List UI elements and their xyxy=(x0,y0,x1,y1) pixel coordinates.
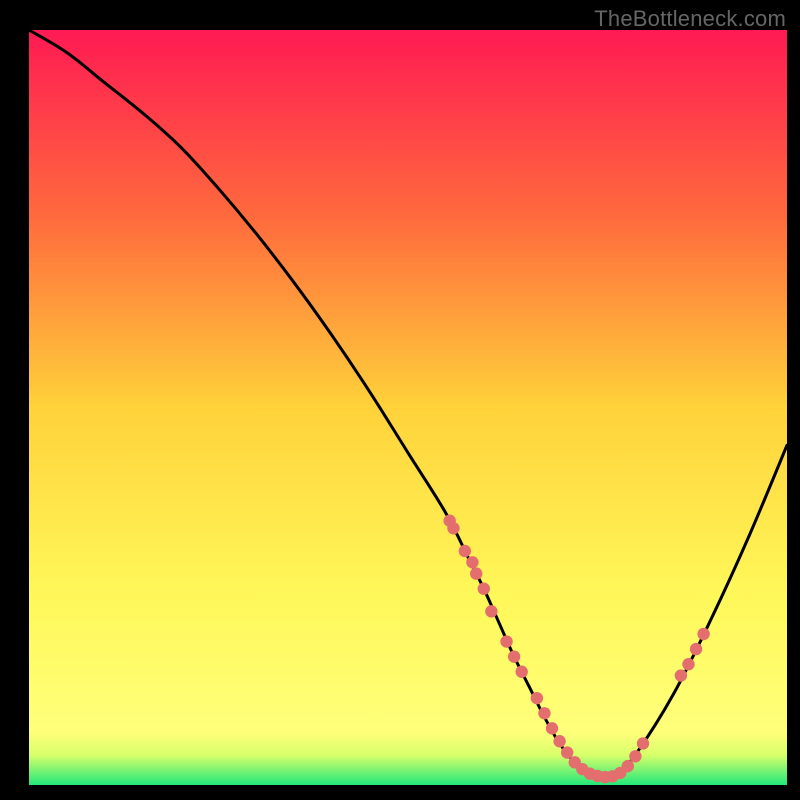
data-marker xyxy=(531,692,543,704)
data-marker xyxy=(697,628,709,640)
data-marker xyxy=(629,750,641,762)
data-marker xyxy=(538,707,550,719)
data-marker xyxy=(466,556,478,568)
data-marker xyxy=(516,666,528,678)
data-marker xyxy=(447,522,459,534)
chart-frame: TheBottleneck.com xyxy=(0,0,800,800)
data-marker xyxy=(459,545,471,557)
data-marker xyxy=(622,760,634,772)
data-marker xyxy=(546,722,558,734)
data-marker xyxy=(690,643,702,655)
data-marker xyxy=(470,567,482,579)
data-marker xyxy=(553,735,565,747)
data-marker xyxy=(561,746,573,758)
data-marker xyxy=(500,635,512,647)
data-marker xyxy=(485,605,497,617)
data-marker xyxy=(637,737,649,749)
bottleneck-chart xyxy=(0,0,800,800)
data-marker xyxy=(478,583,490,595)
plot-background xyxy=(29,30,787,785)
watermark-text: TheBottleneck.com xyxy=(594,6,786,32)
data-marker xyxy=(682,658,694,670)
data-marker xyxy=(508,650,520,662)
data-marker xyxy=(675,669,687,681)
